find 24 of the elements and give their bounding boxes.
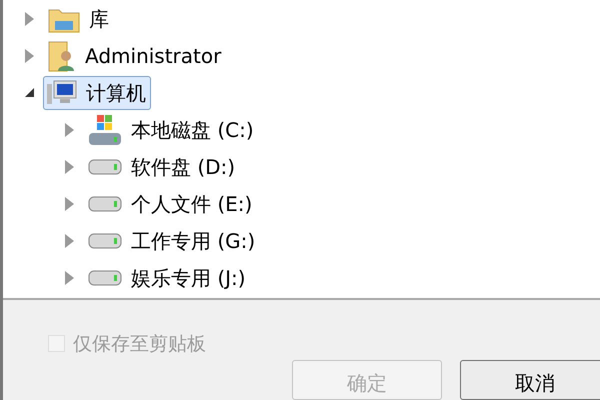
windows-drive-icon bbox=[87, 112, 123, 146]
tree-item[interactable]: 软件盘 (D:) bbox=[84, 150, 240, 184]
collapsed-arrow-icon[interactable] bbox=[65, 196, 74, 210]
collapsed-arrow-icon[interactable] bbox=[25, 48, 34, 62]
collapsed-arrow-icon[interactable] bbox=[25, 12, 34, 26]
collapsed-arrow-icon[interactable] bbox=[65, 160, 74, 174]
tree-item[interactable]: 个人文件 (E:) bbox=[84, 186, 258, 220]
drive-icon bbox=[87, 194, 123, 212]
drive-icon bbox=[87, 268, 123, 286]
tree-item[interactable]: 库 bbox=[44, 2, 114, 36]
tree-item[interactable]: 工作专用 (G:) bbox=[84, 224, 260, 258]
tree-item[interactable]: Administrator bbox=[44, 38, 226, 72]
tree-item[interactable]: 本地磁盘 (C:) bbox=[84, 112, 259, 146]
drive-icon bbox=[87, 232, 123, 250]
tree-item[interactable]: 娱乐专用 (J:) bbox=[84, 260, 251, 294]
expanded-arrow-icon[interactable] bbox=[25, 88, 34, 97]
drive-icon bbox=[87, 158, 123, 176]
user-folder-icon bbox=[47, 38, 77, 72]
checkbox-label: 仅保存至剪贴板 bbox=[73, 332, 206, 356]
tree-item[interactable]: 计算机 bbox=[43, 76, 151, 110]
dialog-button[interactable]: 取消 bbox=[460, 360, 600, 400]
collapsed-arrow-icon[interactable] bbox=[65, 234, 74, 248]
collapsed-arrow-icon[interactable] bbox=[65, 270, 74, 284]
collapsed-arrow-icon[interactable] bbox=[65, 122, 74, 136]
